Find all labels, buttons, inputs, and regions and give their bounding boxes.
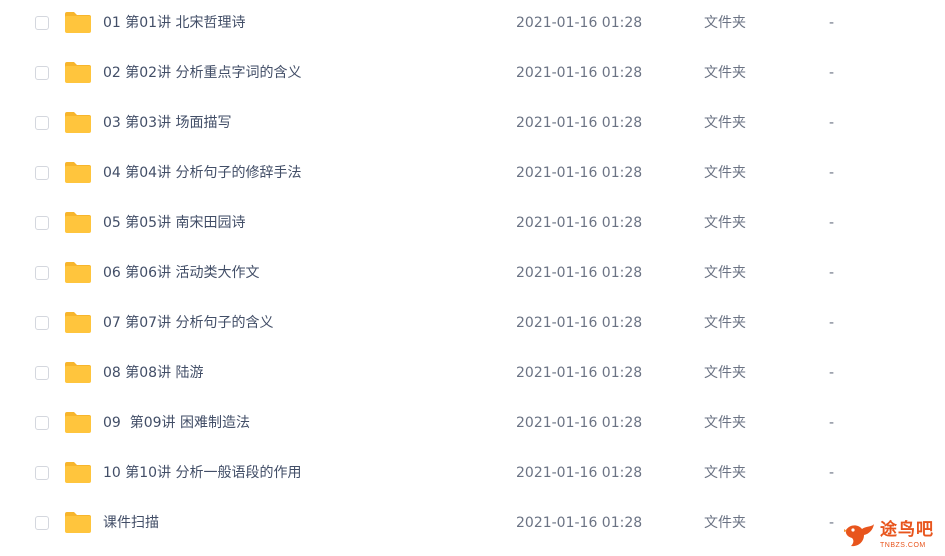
file-row[interactable]: 04 第04讲 分析句子的修辞手法 2021-01-16 01:28 文件夹 - bbox=[0, 150, 945, 200]
folder-icon bbox=[65, 412, 91, 433]
file-row[interactable]: 02 第02讲 分析重点字词的含义 2021-01-16 01:28 文件夹 - bbox=[0, 50, 945, 100]
file-size: - bbox=[829, 65, 835, 81]
file-size: - bbox=[829, 515, 835, 531]
modified-date: 2021-01-16 01:28 bbox=[516, 515, 643, 531]
folder-icon bbox=[65, 62, 91, 83]
modified-date: 2021-01-16 01:28 bbox=[516, 465, 643, 481]
file-type: 文件夹 bbox=[704, 315, 746, 331]
file-name[interactable]: 01 第01讲 北宋哲理诗 bbox=[103, 13, 246, 33]
file-type: 文件夹 bbox=[704, 65, 746, 81]
folder-icon bbox=[65, 512, 91, 533]
folder-icon bbox=[65, 162, 91, 183]
watermark: 途鸟吧 TNBZS.COM bbox=[842, 518, 942, 554]
bird-logo-icon bbox=[844, 524, 874, 547]
file-name[interactable]: 07 第07讲 分析句子的含义 bbox=[103, 313, 274, 333]
file-type: 文件夹 bbox=[704, 515, 746, 531]
file-type: 文件夹 bbox=[704, 115, 746, 131]
file-type: 文件夹 bbox=[704, 215, 746, 231]
file-name[interactable]: 08 第08讲 陆游 bbox=[103, 363, 204, 383]
file-type: 文件夹 bbox=[704, 165, 746, 181]
modified-date: 2021-01-16 01:28 bbox=[516, 365, 643, 381]
row-checkbox[interactable] bbox=[35, 366, 49, 380]
row-checkbox[interactable] bbox=[35, 466, 49, 480]
watermark-domain: TNBZS.COM bbox=[880, 542, 926, 549]
file-type: 文件夹 bbox=[704, 415, 746, 431]
file-row[interactable]: 03 第03讲 场面描写 2021-01-16 01:28 文件夹 - bbox=[0, 100, 945, 150]
file-size: - bbox=[829, 215, 835, 231]
folder-icon bbox=[65, 362, 91, 383]
folder-icon bbox=[65, 112, 91, 133]
folder-icon bbox=[65, 462, 91, 483]
row-checkbox[interactable] bbox=[35, 416, 49, 430]
file-name[interactable]: 09 第09讲 困难制造法 bbox=[103, 413, 250, 433]
folder-icon bbox=[65, 312, 91, 333]
modified-date: 2021-01-16 01:28 bbox=[516, 65, 643, 81]
modified-date: 2021-01-16 01:28 bbox=[516, 215, 643, 231]
file-row[interactable]: 01 第01讲 北宋哲理诗 2021-01-16 01:28 文件夹 - bbox=[0, 0, 945, 50]
row-checkbox[interactable] bbox=[35, 516, 49, 530]
file-row[interactable]: 08 第08讲 陆游 2021-01-16 01:28 文件夹 - bbox=[0, 350, 945, 400]
modified-date: 2021-01-16 01:28 bbox=[516, 265, 643, 281]
row-checkbox[interactable] bbox=[35, 116, 49, 130]
row-checkbox[interactable] bbox=[35, 66, 49, 80]
watermark-brand: 途鸟吧 bbox=[880, 520, 934, 540]
file-name[interactable]: 04 第04讲 分析句子的修辞手法 bbox=[103, 163, 302, 183]
file-type: 文件夹 bbox=[704, 365, 746, 381]
row-checkbox[interactable] bbox=[35, 16, 49, 30]
file-row[interactable]: 09 第09讲 困难制造法 2021-01-16 01:28 文件夹 - bbox=[0, 400, 945, 450]
file-name[interactable]: 06 第06讲 活动类大作文 bbox=[103, 263, 260, 283]
file-name[interactable]: 02 第02讲 分析重点字词的含义 bbox=[103, 63, 302, 83]
file-size: - bbox=[829, 115, 835, 131]
file-list: 01 第01讲 北宋哲理诗 2021-01-16 01:28 文件夹 - 02 … bbox=[0, 0, 945, 556]
modified-date: 2021-01-16 01:28 bbox=[516, 415, 643, 431]
file-size: - bbox=[829, 415, 835, 431]
row-checkbox[interactable] bbox=[35, 216, 49, 230]
file-size: - bbox=[829, 165, 835, 181]
modified-date: 2021-01-16 01:28 bbox=[516, 15, 643, 31]
row-checkbox[interactable] bbox=[35, 166, 49, 180]
file-size: - bbox=[829, 465, 835, 481]
file-row[interactable]: 10 第10讲 分析一般语段的作用 2021-01-16 01:28 文件夹 - bbox=[0, 450, 945, 500]
file-size: - bbox=[829, 15, 835, 31]
file-size: - bbox=[829, 315, 835, 331]
file-name[interactable]: 课件扫描 bbox=[103, 513, 159, 533]
modified-date: 2021-01-16 01:28 bbox=[516, 165, 643, 181]
file-size: - bbox=[829, 365, 835, 381]
file-row[interactable]: 课件扫描 2021-01-16 01:28 文件夹 - bbox=[0, 500, 945, 550]
row-checkbox[interactable] bbox=[35, 266, 49, 280]
file-type: 文件夹 bbox=[704, 15, 746, 31]
row-checkbox[interactable] bbox=[35, 316, 49, 330]
modified-date: 2021-01-16 01:28 bbox=[516, 115, 643, 131]
folder-icon bbox=[65, 12, 91, 33]
folder-icon bbox=[65, 262, 91, 283]
file-name[interactable]: 03 第03讲 场面描写 bbox=[103, 113, 232, 133]
file-name[interactable]: 10 第10讲 分析一般语段的作用 bbox=[103, 463, 302, 483]
modified-date: 2021-01-16 01:28 bbox=[516, 315, 643, 331]
folder-icon bbox=[65, 212, 91, 233]
file-row[interactable]: 06 第06讲 活动类大作文 2021-01-16 01:28 文件夹 - bbox=[0, 250, 945, 300]
file-row[interactable]: 05 第05讲 南宋田园诗 2021-01-16 01:28 文件夹 - bbox=[0, 200, 945, 250]
file-type: 文件夹 bbox=[704, 265, 746, 281]
file-row[interactable]: 07 第07讲 分析句子的含义 2021-01-16 01:28 文件夹 - bbox=[0, 300, 945, 350]
file-type: 文件夹 bbox=[704, 465, 746, 481]
file-name[interactable]: 05 第05讲 南宋田园诗 bbox=[103, 213, 246, 233]
file-size: - bbox=[829, 265, 835, 281]
